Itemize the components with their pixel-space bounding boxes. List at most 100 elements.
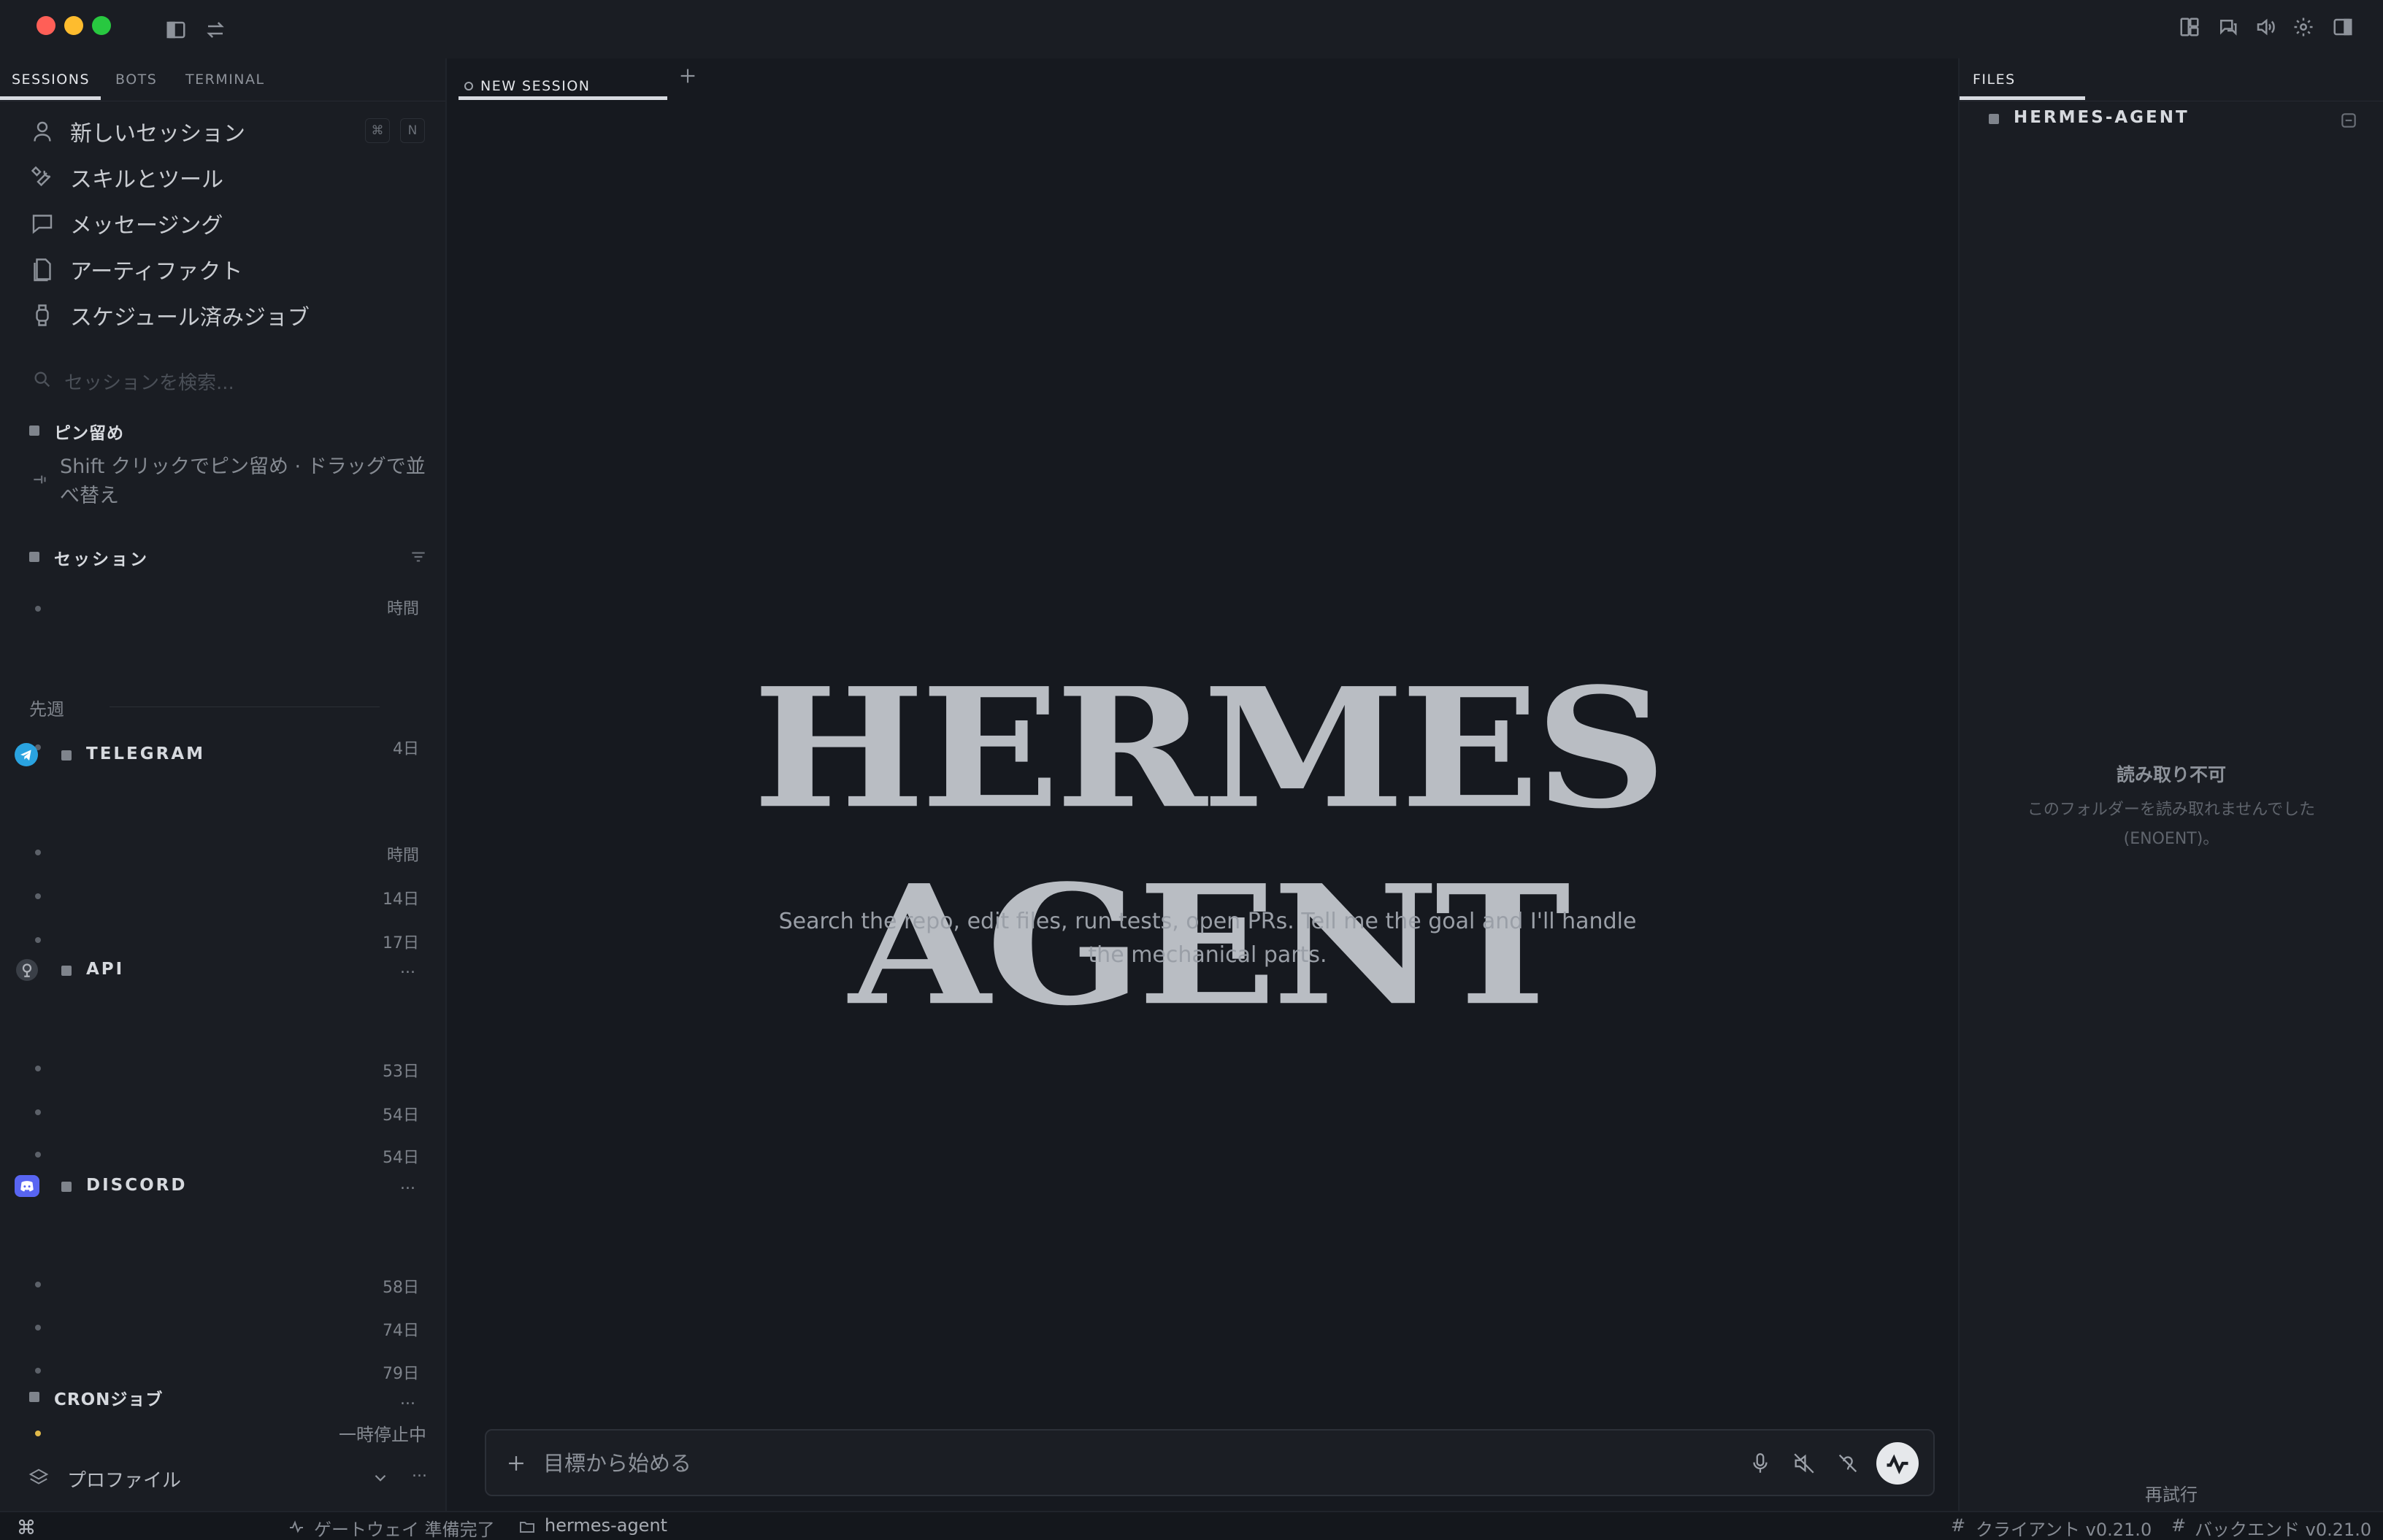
folder-name[interactable]: HERMES-AGENT bbox=[2014, 108, 2190, 127]
list-item[interactable]: 79日 bbox=[29, 1360, 431, 1387]
session-dot bbox=[35, 1282, 41, 1287]
more-button[interactable]: ... bbox=[400, 1390, 415, 1409]
folder-icon bbox=[1989, 114, 1999, 124]
session-age: 14日 bbox=[383, 890, 419, 909]
tab-terminal[interactable]: TERMINAL bbox=[185, 58, 288, 101]
layout-icon[interactable] bbox=[2179, 16, 2200, 38]
zoom-window-button[interactable] bbox=[92, 16, 111, 35]
section-bullet bbox=[61, 750, 72, 761]
close-window-button[interactable] bbox=[37, 16, 55, 35]
list-item[interactable]: 時間 bbox=[29, 596, 431, 622]
session-dot bbox=[35, 1066, 41, 1071]
list-item[interactable]: 54日 bbox=[29, 1144, 431, 1171]
session-age: 54日 bbox=[383, 1149, 419, 1167]
session-dot bbox=[35, 937, 41, 943]
session-age: 74日 bbox=[383, 1322, 419, 1340]
pinned-title: ピン留め bbox=[54, 424, 124, 443]
pinned-hint: Shift クリックでピン留め · ドラッグで並べ替え bbox=[60, 455, 426, 507]
session-dot bbox=[35, 606, 41, 612]
tab-label: NEW SESSION bbox=[480, 78, 591, 94]
nav-label: スケジュール済みジョブ bbox=[70, 305, 310, 331]
listen-off-icon[interactable] bbox=[1835, 1451, 1860, 1476]
cwd-label[interactable]: hermes-agent bbox=[545, 1515, 667, 1536]
section-bullet bbox=[29, 552, 39, 562]
session-age: 時間 bbox=[386, 600, 419, 618]
files-panel: FILES HERMES-AGENT 読み取り不可 このフォルダーを読み取れませ… bbox=[1958, 58, 2383, 1511]
active-tab-indicator bbox=[1960, 96, 2085, 100]
active-tab-indicator bbox=[458, 96, 667, 100]
cron-status: 一時停止中 bbox=[339, 1425, 426, 1445]
pin-icon bbox=[31, 470, 50, 489]
panel-right-icon[interactable] bbox=[2332, 16, 2354, 38]
command-icon[interactable] bbox=[18, 1518, 35, 1536]
sidebar: SESSIONS BOTS TERMINAL 新しいセッション ⌘ N スキルと… bbox=[0, 58, 447, 1511]
gear-icon[interactable] bbox=[2292, 16, 2314, 38]
chat-icon[interactable] bbox=[2217, 16, 2238, 38]
mic-icon[interactable] bbox=[1748, 1451, 1773, 1476]
sessions-title: セッション bbox=[54, 550, 149, 569]
group-label: 先週 bbox=[29, 699, 64, 720]
nav-scheduled-jobs[interactable]: スケジュール済みジョブ bbox=[29, 295, 310, 336]
nav-label: スキルとツール bbox=[70, 167, 223, 193]
tab-files[interactable]: FILES bbox=[1973, 58, 2060, 101]
session-age: 4日 bbox=[393, 740, 419, 758]
nav-label: 新しいセッション bbox=[70, 121, 245, 147]
session-dot bbox=[35, 850, 41, 855]
message-icon bbox=[29, 210, 55, 236]
backend-version: バックエンド v0.21.0 bbox=[2195, 1520, 2372, 1540]
nav-messaging[interactable]: メッセージング bbox=[29, 203, 223, 244]
nav-new-session[interactable]: 新しいセッション bbox=[29, 111, 245, 152]
session-dot bbox=[35, 1325, 41, 1331]
profile-label[interactable]: プロファイル bbox=[67, 1466, 181, 1493]
volume-icon[interactable] bbox=[2255, 16, 2276, 38]
nav-artifacts[interactable]: アーティファクト bbox=[29, 249, 242, 290]
minimize-window-button[interactable] bbox=[64, 16, 83, 35]
nav-label: アーティファクト bbox=[70, 259, 243, 285]
tab-sessions[interactable]: SESSIONS bbox=[12, 58, 99, 101]
profile-more-button[interactable]: ... bbox=[412, 1463, 427, 1481]
add-tab-icon[interactable] bbox=[676, 64, 699, 88]
session-age: 時間 bbox=[386, 847, 419, 865]
list-item[interactable]: 54日 bbox=[29, 1102, 431, 1128]
composer-input[interactable]: 目標から始める bbox=[543, 1448, 1638, 1479]
voice-mode-button[interactable] bbox=[1876, 1442, 1919, 1485]
status-dot bbox=[35, 1431, 41, 1436]
more-button[interactable]: ... bbox=[400, 1175, 415, 1193]
list-item[interactable]: 53日 bbox=[29, 1058, 431, 1085]
title-bar bbox=[0, 0, 2383, 58]
session-age: 58日 bbox=[383, 1279, 419, 1297]
search-icon bbox=[32, 369, 53, 390]
more-button[interactable]: ... bbox=[400, 959, 415, 977]
sidebar-toggle-icon[interactable] bbox=[165, 19, 187, 41]
nav-skills-tools[interactable]: スキルとツール bbox=[29, 157, 223, 198]
user-icon bbox=[29, 118, 55, 145]
hero-subtitle: Search the repo, edit files, run tests, … bbox=[778, 909, 1637, 968]
collapse-icon[interactable] bbox=[2339, 111, 2358, 130]
add-attachment-icon[interactable] bbox=[504, 1451, 529, 1476]
client-version: クライアント v0.21.0 bbox=[1976, 1520, 2152, 1540]
api-icon bbox=[16, 959, 38, 981]
telegram-title: TELEGRAM bbox=[86, 744, 206, 763]
list-item[interactable]: 14日 bbox=[29, 886, 431, 912]
list-item[interactable]: 17日 bbox=[29, 930, 431, 956]
session-dot bbox=[35, 1109, 41, 1115]
list-item[interactable]: 58日 bbox=[29, 1274, 431, 1301]
section-bullet bbox=[61, 1182, 72, 1192]
cron-title: CRONジョブ bbox=[54, 1390, 164, 1409]
activity-icon bbox=[288, 1518, 305, 1536]
retry-button[interactable]: 再試行 bbox=[1960, 1480, 2383, 1506]
cron-job-item[interactable]: 一時停止中 bbox=[29, 1420, 431, 1447]
folder-icon bbox=[518, 1518, 536, 1536]
gateway-status: ゲートウェイ 準備完了 bbox=[314, 1520, 495, 1540]
swap-icon[interactable] bbox=[204, 19, 226, 41]
section-bullet bbox=[61, 966, 72, 976]
discord-icon bbox=[15, 1175, 39, 1197]
chevron-down-icon[interactable] bbox=[371, 1468, 390, 1487]
list-item[interactable]: 時間 bbox=[29, 842, 431, 869]
session-search-input[interactable]: セッションを検索... bbox=[64, 368, 429, 394]
tab-bots[interactable]: BOTS bbox=[115, 58, 174, 101]
voice-off-icon[interactable] bbox=[1792, 1451, 1816, 1476]
filter-icon[interactable] bbox=[409, 547, 428, 566]
main-area: NEW SESSION HERMES AGENT Search the repo… bbox=[448, 58, 1958, 1511]
list-item[interactable]: 74日 bbox=[29, 1317, 431, 1344]
